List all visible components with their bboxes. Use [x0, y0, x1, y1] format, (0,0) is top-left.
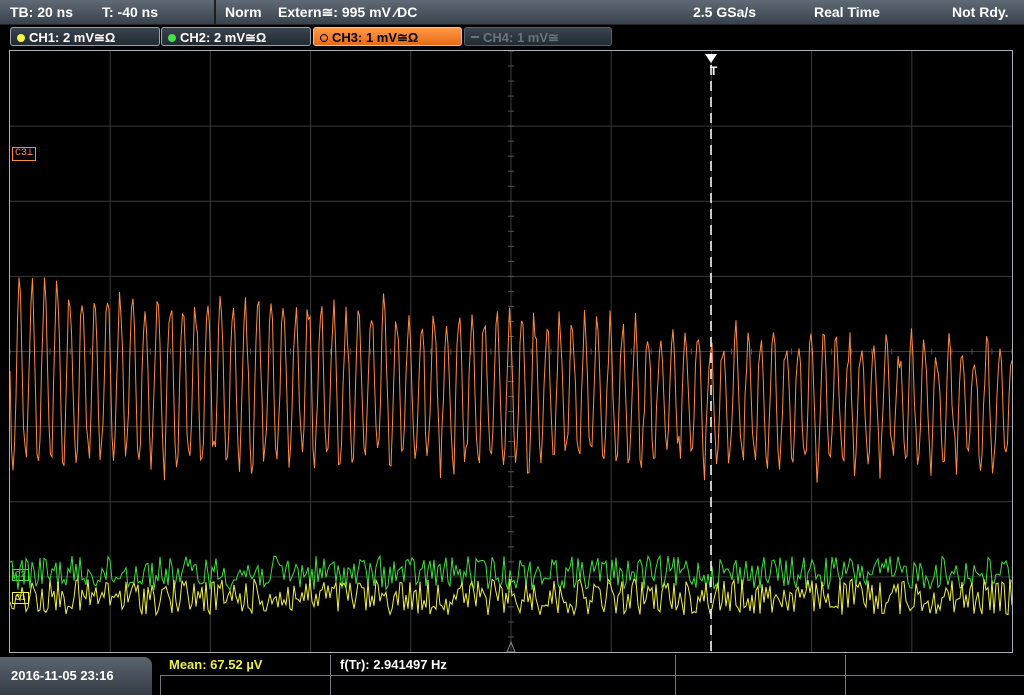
trigger-time-readout[interactable]: T: -40 ns	[102, 0, 158, 24]
channel-2-label: CH2: 2 mV≅Ω	[180, 30, 267, 45]
measurement-bar: 2016-11-05 23:16 Mean: 67.52 µV f(Tr): 2…	[0, 655, 1024, 695]
channel-2-dot-icon	[168, 34, 176, 42]
channel-4-dash-icon	[471, 36, 479, 38]
trigger-position-arrow-icon	[705, 54, 717, 63]
channel-3-label: CH3: 1 mV≅Ω	[332, 30, 419, 45]
channel-2-offset-marker[interactable]: C2	[12, 569, 29, 581]
channel-1-dot-icon	[17, 34, 25, 42]
trigger-marker-label[interactable]: T	[708, 65, 719, 77]
acquisition-mode-readout[interactable]: Real Time	[814, 0, 880, 24]
date-time-display: 2016-11-05 23:16	[0, 657, 152, 695]
waveform-display[interactable]: T C3⊥ C2 C1	[9, 50, 1013, 653]
channel-bar: CH1: 2 mV≅Ω CH2: 2 mV≅Ω CH3: 1 mV≅Ω CH4:…	[0, 25, 1024, 49]
measurement-divider	[845, 675, 846, 695]
sample-rate-readout[interactable]: 2.5 GSa/s	[693, 0, 756, 24]
frequency-measurement[interactable]: f(Tr): 2.941497 Hz	[340, 655, 447, 675]
measurement-divider	[330, 655, 331, 675]
channel-1-button[interactable]: CH1: 2 mV≅Ω	[10, 27, 160, 46]
measurement-divider	[845, 655, 846, 675]
trigger-source-readout[interactable]: Extern≅: 995 mV ⁄DC	[278, 0, 417, 24]
timebase-readout[interactable]: TB: 20 ns	[10, 0, 73, 24]
channel-1-offset-marker[interactable]: C1	[12, 592, 29, 604]
waveform-canvas	[10, 51, 1012, 652]
status-bar: TB: 20 ns T: -40 ns Norm Extern≅: 995 mV…	[0, 0, 1024, 25]
measurement-divider	[330, 675, 331, 695]
trigger-mode-readout[interactable]: Norm	[225, 0, 262, 24]
channel-4-label: CH4: 1 mV≅	[483, 30, 559, 45]
channel-2-button[interactable]: CH2: 2 mV≅Ω	[161, 27, 311, 46]
channel-1-label: CH1: 2 mV≅Ω	[29, 30, 116, 45]
channel-3-offset-marker[interactable]: C3⊥	[12, 147, 37, 161]
status-separator	[214, 0, 216, 24]
measurement-row: Mean: 67.52 µV f(Tr): 2.941497 Hz	[160, 655, 1024, 676]
measurement-divider	[160, 675, 161, 695]
channel-3-button[interactable]: CH3: 1 mV≅Ω	[313, 27, 462, 46]
channel-4-button[interactable]: CH4: 1 mV≅	[464, 27, 612, 46]
acquisition-status: Not Rdy.	[952, 4, 1009, 20]
channel-3-dot-icon	[320, 34, 328, 42]
measurement-divider	[675, 675, 676, 695]
measurement-divider	[675, 655, 676, 675]
mean-measurement[interactable]: Mean: 67.52 µV	[169, 655, 262, 675]
